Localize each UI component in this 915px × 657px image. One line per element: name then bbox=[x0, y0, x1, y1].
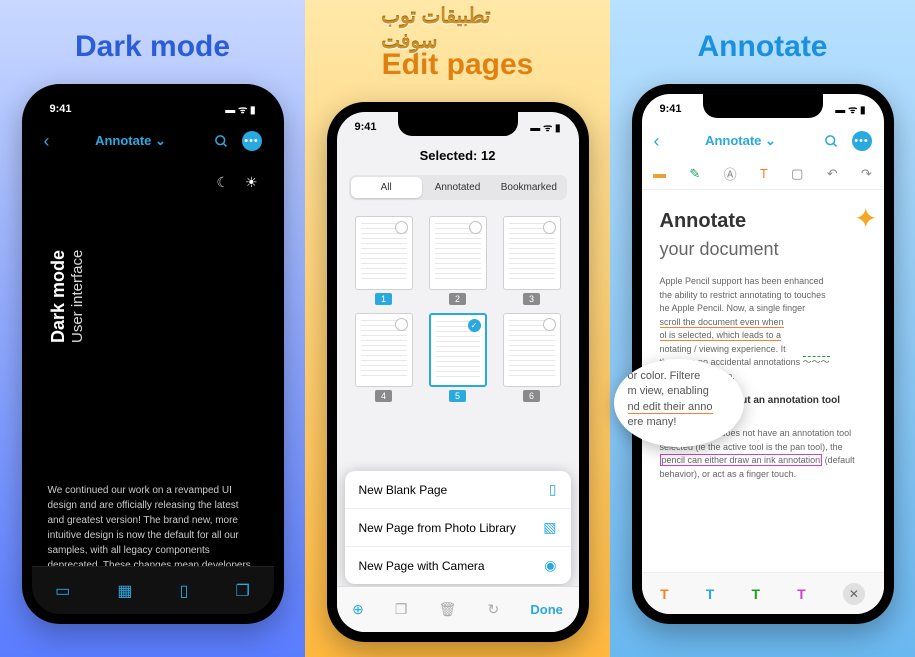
thumb-3[interactable]: 3 bbox=[499, 216, 565, 305]
toolbar: ⊕ ❐ 🗑 ↻ Done bbox=[337, 586, 579, 632]
doc-title: Annotate bbox=[660, 206, 866, 236]
seg-all[interactable]: All bbox=[351, 177, 422, 198]
thumb-4[interactable]: 4 bbox=[351, 313, 417, 402]
photo-icon: ▧ bbox=[543, 519, 556, 536]
color-pink[interactable]: T bbox=[797, 586, 806, 602]
arabic-banner: تطبيقات توب سوفت bbox=[381, 4, 534, 54]
thumb-5[interactable]: ✓5 bbox=[425, 313, 491, 402]
annotate-toolbar: ▬ ✎ Ⓐ T ▢ ↶ ↷ bbox=[642, 158, 884, 190]
notch bbox=[703, 94, 823, 118]
nav-bar: ‹ Annotate ⌄ ••• bbox=[32, 124, 274, 158]
camera-icon: ◉ bbox=[544, 557, 556, 574]
close-icon[interactable]: ✕ bbox=[843, 583, 865, 605]
add-page-icon[interactable]: ⊕ bbox=[352, 601, 364, 618]
new-page-camera[interactable]: New Page with Camera◉ bbox=[345, 547, 571, 584]
thumb-6[interactable]: 6 bbox=[499, 313, 565, 402]
status-time: 9:41 bbox=[660, 103, 682, 115]
screen-annotate: 9:41 ▬ ᯤ ▮ ‹ Annotate ⌄ ••• ▬ ✎ bbox=[642, 94, 884, 614]
thumb-1[interactable]: 1 bbox=[351, 216, 417, 305]
star-doodle-icon: ✦ bbox=[854, 198, 877, 240]
panel-edit-pages: تطبيقات توب سوفت Edit pages 9:41 ▬ ᯤ ▮ S… bbox=[305, 0, 610, 657]
selected-count: Selected: 12 bbox=[337, 142, 579, 169]
phone-2: 9:41 ▬ ᯤ ▮ Selected: 12 All Annotated Bo… bbox=[327, 102, 589, 642]
text-circle-icon[interactable]: Ⓐ bbox=[724, 164, 737, 183]
trash-icon[interactable]: 🗑 bbox=[439, 601, 457, 618]
panel-dark-mode: Dark mode 9:41 ▬ ᯤ ▮ ‹ Annotate ⌄ ••• bbox=[0, 0, 305, 657]
new-blank-page[interactable]: New Blank Page▯ bbox=[345, 471, 571, 509]
magnifier-loupe: or color. Filtere m view, enabling nd ed… bbox=[614, 359, 744, 447]
dark-title-2: User interface bbox=[69, 203, 86, 343]
new-page-sheet: New Blank Page▯ New Page from Photo Libr… bbox=[345, 471, 571, 584]
tab-bar: ▭ ▦ ▯ ❐ bbox=[32, 566, 274, 614]
note-tool-icon[interactable]: ▢ bbox=[791, 166, 803, 182]
color-green[interactable]: T bbox=[751, 586, 760, 602]
new-page-photo[interactable]: New Page from Photo Library▧ bbox=[345, 509, 571, 547]
color-toolbar: T T T T ✕ bbox=[642, 572, 884, 614]
dark-content: ☾ ☀ Dark mode User interface We continue… bbox=[32, 158, 274, 589]
redo-icon[interactable]: ↷ bbox=[861, 166, 872, 182]
blank-page-icon: ▯ bbox=[549, 481, 557, 498]
page-icon[interactable]: ▯ bbox=[180, 581, 189, 601]
nav-title[interactable]: Annotate ⌄ bbox=[50, 133, 212, 149]
screen-dark: 9:41 ▬ ᯤ ▮ ‹ Annotate ⌄ ••• ☾ bbox=[32, 94, 274, 614]
view-icon[interactable]: ▭ bbox=[55, 581, 70, 601]
seg-annotated[interactable]: Annotated bbox=[422, 177, 493, 198]
more-icon[interactable]: ••• bbox=[242, 131, 262, 151]
segmented-control: All Annotated Bookmarked bbox=[349, 175, 567, 200]
status-icons: ▬ ᯤ ▮ bbox=[530, 120, 560, 134]
screen-edit: 9:41 ▬ ᯤ ▮ Selected: 12 All Annotated Bo… bbox=[337, 112, 579, 632]
highlight-tool-icon[interactable]: ▬ bbox=[653, 166, 666, 181]
search-icon[interactable] bbox=[822, 131, 842, 151]
notch bbox=[398, 112, 518, 136]
status-icons: ▬ ᯤ ▮ bbox=[225, 102, 255, 116]
rotate-icon[interactable]: ↻ bbox=[488, 601, 500, 618]
seg-bookmarked[interactable]: Bookmarked bbox=[493, 177, 564, 198]
heading-dark: Dark mode bbox=[75, 30, 230, 64]
heading-annotate: Annotate bbox=[698, 30, 828, 64]
moon-icon[interactable]: ☾ bbox=[216, 174, 229, 191]
undo-icon[interactable]: ↶ bbox=[827, 166, 838, 182]
more-icon[interactable]: ••• bbox=[852, 131, 872, 151]
doc-subtitle: your document bbox=[660, 236, 866, 263]
status-icons: ▬ ᯤ ▮ bbox=[835, 102, 865, 116]
nav-title[interactable]: Annotate ⌄ bbox=[660, 133, 822, 149]
sun-icon[interactable]: ☀ bbox=[245, 174, 258, 191]
document-body[interactable]: ✦ Annotate your document Apple Pencil su… bbox=[642, 190, 884, 497]
color-blue[interactable]: T bbox=[706, 586, 715, 602]
color-orange[interactable]: T bbox=[660, 586, 669, 602]
phone-1: 9:41 ▬ ᯤ ▮ ‹ Annotate ⌄ ••• ☾ bbox=[22, 84, 284, 624]
thumb-2[interactable]: 2 bbox=[425, 216, 491, 305]
done-button[interactable]: Done bbox=[530, 602, 563, 617]
phone-3: 9:41 ▬ ᯤ ▮ ‹ Annotate ⌄ ••• ▬ ✎ bbox=[632, 84, 894, 624]
text-tool-icon[interactable]: T bbox=[760, 166, 768, 181]
thumbnail-grid: 1 2 3 4 ✓5 6 bbox=[337, 206, 579, 412]
pen-tool-icon[interactable]: ✎ bbox=[689, 166, 700, 182]
search-icon[interactable] bbox=[212, 131, 232, 151]
status-time: 9:41 bbox=[355, 121, 377, 133]
copy-icon[interactable]: ❐ bbox=[236, 581, 250, 601]
panel-annotate: Annotate 9:41 ▬ ᯤ ▮ ‹ Annotate ⌄ ••• bbox=[610, 0, 915, 657]
notch bbox=[93, 94, 213, 118]
nav-bar: ‹ Annotate ⌄ ••• bbox=[642, 124, 884, 158]
grid-icon[interactable]: ▦ bbox=[117, 581, 132, 601]
dark-title-1: Dark mode bbox=[48, 203, 69, 343]
dark-body-text: We continued our work on a revamped UI d… bbox=[48, 343, 258, 573]
status-time: 9:41 bbox=[50, 103, 72, 115]
copy-icon[interactable]: ❐ bbox=[395, 601, 408, 618]
